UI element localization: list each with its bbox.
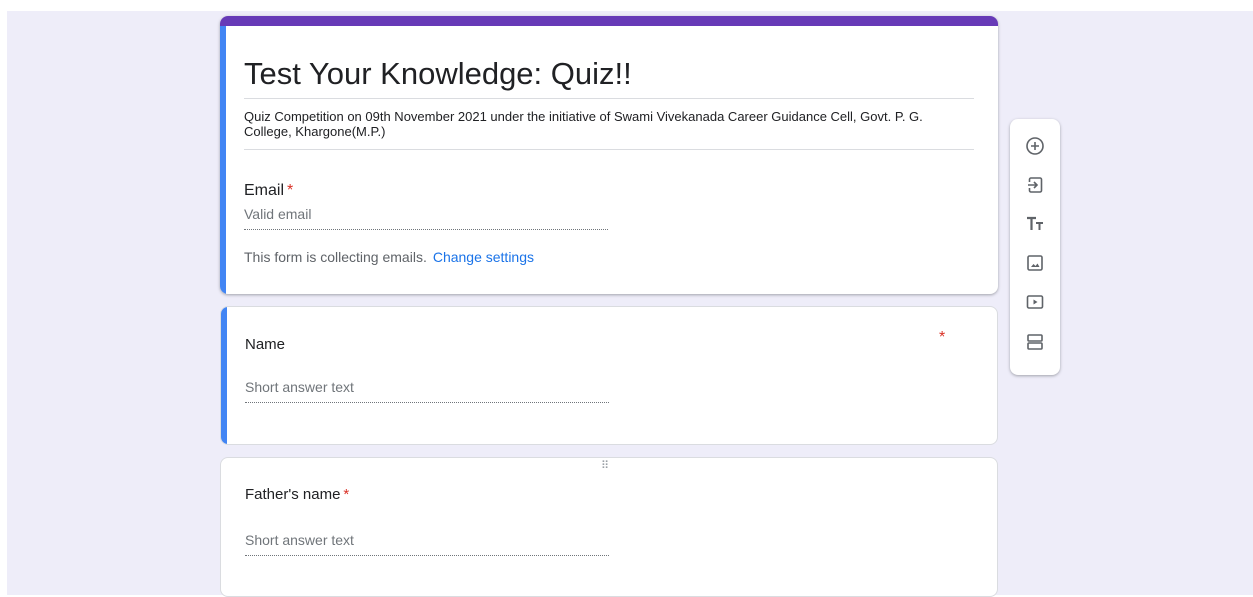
add-video-icon: [1026, 295, 1044, 309]
add-title-description-button[interactable]: [1020, 209, 1050, 239]
change-settings-link[interactable]: Change settings: [433, 249, 534, 265]
selected-indicator: [220, 26, 226, 294]
fathers-name-answer-field[interactable]: Short answer text: [245, 530, 609, 556]
form-description[interactable]: Quiz Competition on 09th November 2021 u…: [244, 109, 974, 150]
email-label: Email: [244, 182, 285, 199]
form-title[interactable]: Test Your Knowledge: Quiz!!: [244, 56, 974, 99]
import-questions-icon: [1028, 177, 1043, 193]
add-image-button[interactable]: [1020, 248, 1050, 278]
email-collection-text: This form is collecting emails.: [244, 249, 427, 265]
fathers-name-label: Father's name: [245, 486, 341, 503]
required-asterisk: *: [939, 329, 946, 346]
name-answer-field[interactable]: Short answer text: [245, 377, 609, 403]
required-asterisk: *: [343, 486, 350, 503]
name-question-title: Name: [245, 336, 286, 353]
question-card-name[interactable]: Name * Short answer text: [220, 306, 998, 445]
theme-accent-band: [220, 16, 998, 26]
email-question-title: Email *: [244, 182, 293, 200]
add-section-icon: [1027, 334, 1043, 350]
email-answer-field[interactable]: Valid email: [244, 204, 608, 230]
add-video-button[interactable]: [1020, 287, 1050, 317]
required-asterisk: *: [287, 182, 294, 199]
drag-handle-icon[interactable]: ⠿: [601, 461, 610, 472]
focused-indicator: [221, 307, 227, 444]
question-card-fathers-name[interactable]: ⠿ Father's name * Short answer text: [220, 457, 998, 597]
form-header-card[interactable]: Test Your Knowledge: Quiz!! Quiz Competi…: [220, 16, 998, 294]
add-section-button[interactable]: [1020, 327, 1050, 357]
add-title-description-icon: [1027, 216, 1043, 230]
fathers-name-question-title: Father's name *: [245, 486, 349, 503]
add-question-icon: [1026, 137, 1044, 155]
import-questions-button[interactable]: [1020, 170, 1050, 200]
add-question-button[interactable]: [1020, 131, 1050, 161]
floating-toolbar: [1010, 119, 1060, 375]
email-collection-note: This form is collecting emails. Change se…: [244, 249, 534, 265]
add-image-icon: [1027, 255, 1043, 271]
